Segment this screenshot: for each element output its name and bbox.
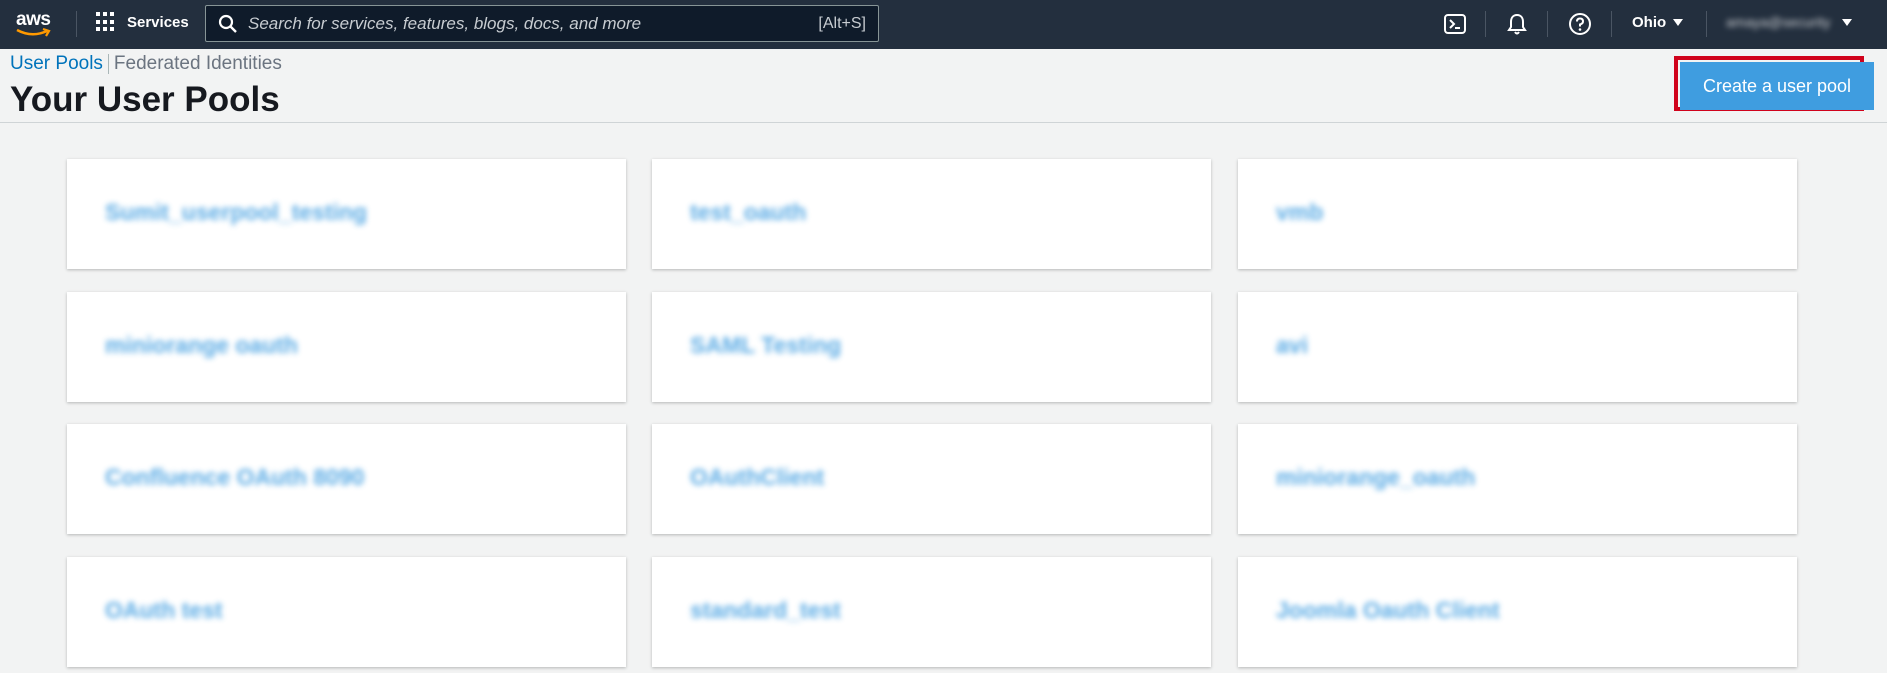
user-pool-name[interactable]: miniorange oauth — [105, 332, 298, 359]
user-pool-name[interactable]: Joomla Oauth Client — [1276, 597, 1500, 624]
header-divider — [0, 122, 1887, 123]
account-label: amaya@security — [1726, 14, 1831, 30]
user-pool-name[interactable]: vmb — [1276, 199, 1323, 226]
help-icon[interactable] — [1568, 12, 1592, 36]
aws-logo[interactable]: aws — [14, 6, 54, 42]
aws-smile-icon — [16, 28, 51, 37]
caret-down-icon — [1673, 19, 1684, 26]
nav-divider — [1706, 11, 1707, 37]
tab-user-pools[interactable]: User Pools — [10, 53, 103, 75]
nav-divider — [1485, 11, 1486, 37]
breadcrumb: User Pools Federated Identities — [10, 53, 282, 75]
user-pool-card[interactable]: Sumit_userpool_testing — [67, 159, 626, 269]
search-icon — [218, 14, 237, 33]
user-pool-card[interactable]: OAuth test — [67, 557, 626, 667]
search-bar[interactable]: [Alt+S] — [205, 5, 879, 42]
user-pool-card[interactable]: standard_test — [652, 557, 1211, 667]
user-pool-card[interactable]: avi — [1238, 292, 1797, 402]
nav-divider — [76, 11, 77, 37]
grid-icon — [96, 12, 116, 32]
page-title: Your User Pools — [10, 80, 280, 119]
cloudshell-icon[interactable] — [1443, 12, 1467, 36]
region-label: Ohio — [1632, 14, 1667, 31]
user-pool-name[interactable]: Sumit_userpool_testing — [105, 199, 367, 226]
account-menu[interactable]: amaya@security — [1726, 14, 1853, 30]
user-pool-card[interactable]: Joomla Oauth Client — [1238, 557, 1797, 667]
user-pool-name[interactable]: OAuth test — [105, 597, 223, 624]
caret-down-icon — [1842, 18, 1853, 26]
user-pool-card[interactable]: OAuthClient — [652, 424, 1211, 534]
user-pool-name[interactable]: OAuthClient — [690, 464, 824, 491]
user-pool-card[interactable]: vmb — [1238, 159, 1797, 269]
bell-icon[interactable] — [1505, 12, 1529, 36]
nav-divider — [1547, 11, 1548, 37]
services-label: Services — [127, 13, 189, 31]
user-pool-name[interactable]: test_oauth — [690, 199, 806, 226]
user-pool-card[interactable]: miniorange_oauth — [1238, 424, 1797, 534]
user-pool-name[interactable]: avi — [1276, 332, 1308, 359]
user-pool-name[interactable]: miniorange_oauth — [1276, 464, 1475, 491]
user-pool-card[interactable]: SAML Testing — [652, 292, 1211, 402]
region-selector[interactable]: Ohio — [1632, 14, 1684, 31]
search-shortcut: [Alt+S] — [818, 15, 866, 32]
user-pool-name[interactable]: standard_test — [690, 597, 841, 624]
user-pool-card[interactable]: miniorange oauth — [67, 292, 626, 402]
nav-divider — [1611, 11, 1612, 37]
tab-federated-identities[interactable]: Federated Identities — [114, 53, 282, 75]
user-pool-card[interactable]: Confluence OAuth 8090 — [67, 424, 626, 534]
user-pool-name[interactable]: Confluence OAuth 8090 — [105, 464, 364, 491]
search-input[interactable] — [248, 13, 808, 34]
breadcrumb-divider — [107, 54, 109, 74]
create-user-pool-button[interactable]: Create a user pool — [1680, 62, 1874, 110]
user-pool-name[interactable]: SAML Testing — [690, 332, 841, 359]
top-nav-bar: aws Services [Alt+S] Ohio — [0, 0, 1887, 49]
user-pool-card[interactable]: test_oauth — [652, 159, 1211, 269]
services-menu[interactable]: Services — [96, 12, 189, 32]
